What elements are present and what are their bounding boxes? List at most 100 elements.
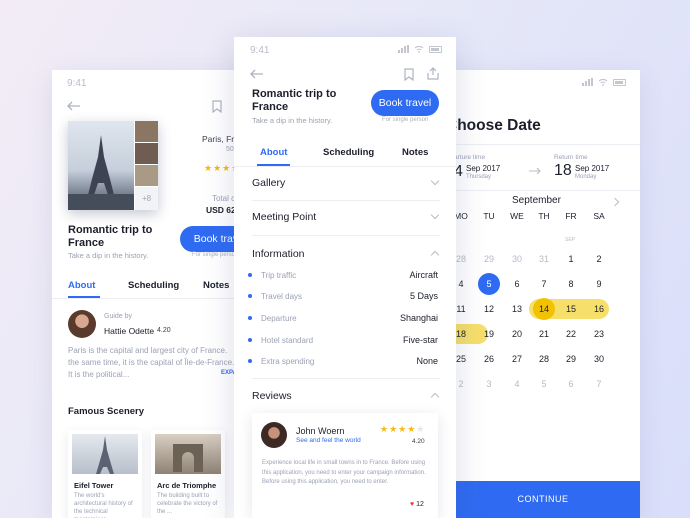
info-row: Extra spending None	[248, 354, 438, 368]
calendar-day[interactable]: 16	[588, 301, 610, 317]
middle-screen: 9:41 Romantic trip to France Take a dip …	[234, 37, 456, 518]
reviewer-avatar	[261, 422, 287, 448]
like-count: 12	[416, 501, 424, 508]
info-row: Trip traffic Aircraft	[248, 268, 438, 282]
tab-scheduling[interactable]: Scheduling	[128, 280, 203, 291]
scenery-desc: The building built to celebrate the vict…	[157, 493, 218, 515]
thumb-3[interactable]	[135, 165, 158, 186]
next-month-icon[interactable]	[610, 197, 620, 207]
tab-about[interactable]: About	[68, 280, 128, 291]
share-icon[interactable]	[427, 67, 439, 80]
gallery-chevron-down-icon[interactable]	[430, 176, 440, 186]
calendar-day[interactable]: 3	[478, 376, 500, 392]
bullet-dot	[248, 338, 252, 342]
battery-icon	[613, 79, 626, 86]
guide-name[interactable]: Hattie Odette	[104, 326, 154, 336]
information-chevron-up-icon[interactable]	[430, 250, 440, 260]
book-travel-button[interactable]: Book travel	[371, 90, 439, 116]
calendar-day[interactable]: 29	[560, 351, 582, 367]
calendar-day[interactable]: 6	[506, 276, 528, 292]
calendar-day[interactable]: 15	[560, 301, 582, 317]
thumb-1[interactable]	[135, 121, 158, 142]
scenery-card-eiffel[interactable]: Eifel Tower The world's architectural hi…	[68, 430, 142, 518]
trip-subtitle: Take a dip in the history.	[68, 251, 149, 260]
status-icons	[582, 78, 626, 86]
reviewer-name: John Woern	[296, 426, 345, 436]
arc-de-triomphe-icon	[173, 444, 203, 472]
calendar-day[interactable]: 22	[560, 326, 582, 342]
calendar-day[interactable]: 21	[533, 326, 555, 342]
review-card: John Woern See and feel the world ★★★★★ …	[252, 413, 438, 518]
meeting-chevron-down-icon[interactable]	[430, 210, 440, 220]
calendar-day[interactable]: 1	[560, 251, 582, 267]
trip-title: Romantic trip to France	[252, 88, 337, 113]
tab-about[interactable]: About	[260, 147, 323, 158]
arrow-right-icon	[529, 167, 541, 175]
calendar-day[interactable]: 4	[506, 376, 528, 392]
tab-notes[interactable]: Notes	[402, 147, 428, 158]
reviewer-tagline: See and feel the world	[296, 437, 361, 444]
calendar-day[interactable]: 26	[478, 351, 500, 367]
signal-icon	[398, 45, 409, 53]
location-sub: 50	[226, 146, 234, 153]
tab-notes[interactable]: Notes	[203, 280, 229, 291]
calendar-day[interactable]: 14	[533, 298, 555, 320]
status-icons	[398, 45, 442, 53]
info-row: Departure Shanghai	[248, 311, 438, 325]
calendar-day[interactable]: 2	[588, 251, 610, 267]
bookmark-icon[interactable]	[212, 100, 222, 113]
back-arrow-icon[interactable]	[250, 69, 264, 79]
return-day[interactable]: 18	[554, 162, 572, 180]
bullet-dot	[248, 273, 252, 277]
calendar-day[interactable]: 28	[533, 351, 555, 367]
continue-button[interactable]: CONTINUE	[446, 481, 640, 518]
guide-avatar	[68, 310, 96, 338]
book-note: For single person	[382, 117, 429, 123]
scenery-desc: The world's architectural history of the…	[74, 493, 133, 518]
weekday-header: SA	[593, 211, 605, 221]
calendar-day[interactable]: 30	[588, 351, 610, 367]
thumb-more[interactable]: +8	[135, 187, 158, 210]
eiffel-tower-icon	[88, 135, 114, 195]
thumb-2[interactable]	[135, 143, 158, 164]
section-meeting-point[interactable]: Meeting Point	[252, 211, 316, 223]
calendar-day[interactable]: 31	[533, 251, 555, 267]
section-gallery[interactable]: Gallery	[252, 177, 285, 189]
calendar-day[interactable]: 23	[588, 326, 610, 342]
weekday-header: WE	[510, 211, 524, 221]
calendar-day[interactable]: 7	[533, 276, 555, 292]
book-note: For single person	[192, 252, 239, 258]
calendar-day[interactable]: 5	[533, 376, 555, 392]
status-time: 9:41	[250, 45, 270, 56]
return-weekday: Monday	[575, 174, 597, 180]
info-row: Travel days 5 Days	[248, 289, 438, 303]
return-label: Return time	[554, 154, 588, 161]
calendar-day[interactable]: 8	[560, 276, 582, 292]
left-tabs: About Scheduling Notes	[68, 280, 229, 291]
calendar-day[interactable]: 30	[506, 251, 528, 267]
calendar-day[interactable]: 20	[506, 326, 528, 342]
calendar-day[interactable]: 7	[588, 376, 610, 392]
calendar-day[interactable]: 5	[478, 273, 500, 295]
trip-subtitle: Take a dip in the history.	[252, 116, 333, 125]
bookmark-icon[interactable]	[404, 68, 414, 81]
back-arrow-icon[interactable]	[67, 101, 81, 111]
calendar-day[interactable]: 27	[506, 351, 528, 367]
reviews-chevron-up-icon[interactable]	[430, 392, 440, 402]
section-information[interactable]: Information	[252, 248, 305, 260]
tab-scheduling[interactable]: Scheduling	[323, 147, 402, 158]
section-reviews[interactable]: Reviews	[252, 390, 292, 402]
eiffel-photo	[68, 121, 134, 210]
scenery-card-arc[interactable]: Arc de Triomphe The building built to ce…	[151, 430, 225, 518]
review-like[interactable]: ♥ 12	[410, 501, 424, 508]
calendar-day[interactable]: 19	[478, 326, 500, 342]
review-text: Experience local life in small towns in …	[262, 460, 426, 485]
calendar-day[interactable]: 6	[560, 376, 582, 392]
calendar-day[interactable]: 9	[588, 276, 610, 292]
calendar-day[interactable]: 13	[506, 301, 528, 317]
guide-rating: 4.20	[157, 327, 171, 334]
gallery-image[interactable]: +8	[68, 121, 158, 210]
calendar-day[interactable]: 12	[478, 301, 500, 317]
calendar-day[interactable]: 29	[478, 251, 500, 267]
trip-title: Romantic trip to France	[68, 224, 153, 249]
